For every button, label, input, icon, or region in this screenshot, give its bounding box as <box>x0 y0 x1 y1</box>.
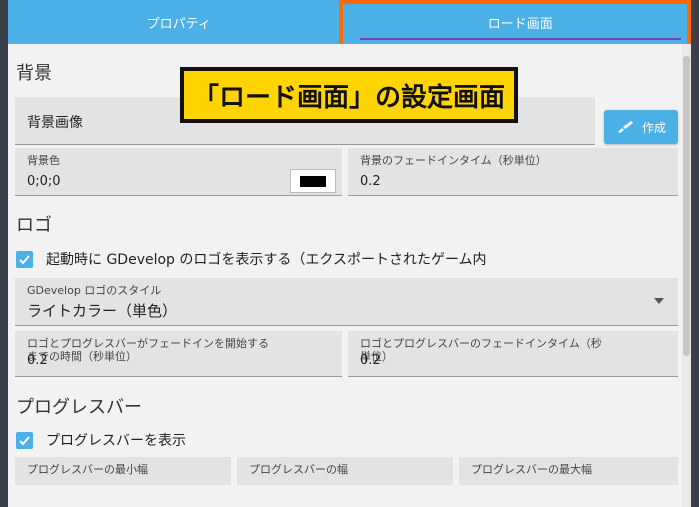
tab-properties-label: プロパティ <box>146 16 211 32</box>
tab-bar: プロパティ ロード画面 <box>8 0 691 44</box>
progress-max-width-label: プログレスバーの最大幅 <box>471 463 592 476</box>
show-progress-checkbox[interactable] <box>16 431 33 449</box>
background-fade-field[interactable]: 背景のフェードインタイム（秒単位） 0.2 <box>348 148 678 196</box>
logo-delay-field[interactable]: ロゴとプログレスバーがフェードインを開始するまでの時間（秒単位） 0.2 <box>15 331 342 377</box>
logo-delay-label: ロゴとプログレスバーがフェードインを開始するまでの時間（秒単位） <box>27 337 269 363</box>
panel-scrollbar[interactable] <box>682 44 691 507</box>
logo-fade-label: ロゴとプログレスバーのフェードインタイム（秒単位） <box>360 337 602 363</box>
annotation-banner: 「ロード画面」の設定画面 <box>180 67 518 123</box>
check-icon <box>19 435 30 445</box>
show-progress-label: プログレスバーを表示 <box>46 433 186 449</box>
logo-fade-value: 0.2 <box>360 353 381 368</box>
tab-loading-screen-label: ロード画面 <box>487 16 553 32</box>
section-title-progress-bar: プログレスバー <box>16 397 142 418</box>
progress-min-width-label: プログレスバーの最小幅 <box>27 463 148 476</box>
logo-style-value: ライトカラー（単色） <box>27 302 178 320</box>
show-logo-checkbox-row[interactable]: 起動時に GDevelop のロゴを表示する（エクスポートされたゲーム内 <box>16 249 487 269</box>
show-progress-checkbox-row[interactable]: プログレスバーを表示 <box>16 430 186 450</box>
color-swatch[interactable] <box>290 169 336 193</box>
make-image-button[interactable]: 作成 <box>604 110 678 144</box>
show-logo-label: 起動時に GDevelop のロゴを表示する（エクスポートされたゲーム内 <box>46 252 487 268</box>
logo-style-select[interactable]: GDevelop ロゴのスタイル ライトカラー（単色） <box>15 278 678 326</box>
brush-icon <box>617 121 633 133</box>
tab-properties[interactable]: プロパティ <box>8 0 350 44</box>
dropdown-arrow-icon <box>654 298 664 304</box>
progress-width-label: プログレスバーの幅 <box>249 463 348 476</box>
section-title-background: 背景 <box>16 63 52 84</box>
tab-loading-screen[interactable]: ロード画面 <box>350 0 692 44</box>
background-color-value: 0;0;0 <box>27 174 61 189</box>
background-fade-value: 0.2 <box>360 174 381 189</box>
background-color-label: 背景色 <box>27 154 60 167</box>
make-button-label: 作成 <box>641 120 666 135</box>
background-image-label: 背景画像 <box>27 115 83 131</box>
logo-style-label: GDevelop ロゴのスタイル <box>27 284 162 297</box>
section-title-logo: ロゴ <box>16 215 52 236</box>
show-logo-checkbox[interactable] <box>16 250 33 268</box>
logo-fade-field[interactable]: ロゴとプログレスバーのフェードインタイム（秒単位） 0.2 <box>348 331 678 377</box>
logo-delay-value: 0.2 <box>27 353 48 368</box>
background-fade-label: 背景のフェードインタイム（秒単位） <box>360 154 547 167</box>
color-swatch-fill <box>300 176 326 187</box>
bottom-toolbar <box>8 485 682 507</box>
scrollbar-thumb[interactable] <box>683 56 690 356</box>
check-icon <box>19 254 30 264</box>
